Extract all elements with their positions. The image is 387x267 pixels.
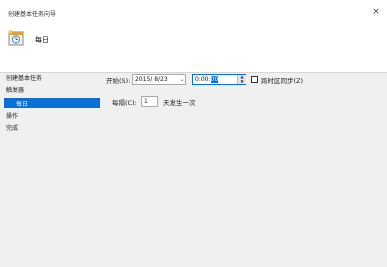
nav-item-create-basic-task[interactable]: 创建基本任务 [6, 73, 42, 82]
sync-timezone-checkbox[interactable] [251, 76, 258, 83]
time-seconds-selected[interactable]: 00 [210, 76, 219, 83]
interval-input[interactable]: 1 [141, 96, 158, 107]
window-title: 创建基本任务向导 [8, 11, 57, 18]
close-button[interactable]: × [371, 7, 381, 17]
title-bar: 创建基本任务向导 × [0, 0, 387, 22]
nav-item-finish[interactable]: 完成 [6, 123, 18, 132]
start-label: 开始(S): [106, 77, 131, 85]
spin-down-icon[interactable]: ▼ [238, 79, 246, 85]
task-wizard-window: 创建基本任务向导 × 每日 创建基本任务 触发器 每日 操作 完成 开始(S):… [0, 0, 387, 267]
interval-suffix: 天发生一次 [163, 99, 196, 107]
time-prefix: 0:00: [195, 76, 211, 83]
nav-item-daily-label: 每日 [16, 101, 29, 108]
wizard-header: 每日 [0, 22, 387, 72]
start-date-value: 2015/ 8/23 [135, 76, 168, 83]
calendar-clock-icon [6, 28, 26, 48]
chevron-down-icon[interactable]: ⌄ [178, 74, 186, 85]
page-title: 每日 [35, 36, 49, 44]
nav-item-trigger[interactable]: 触发器 [6, 85, 24, 94]
header-divider [0, 72, 387, 73]
interval-value: 1 [144, 98, 148, 105]
nav-item-action[interactable]: 操作 [6, 111, 18, 120]
time-spinner[interactable]: ▲ ▼ [237, 74, 246, 85]
interval-label: 每隔(C): [112, 99, 137, 107]
sync-timezone-label: 跨时区同步(Z) [261, 77, 304, 85]
